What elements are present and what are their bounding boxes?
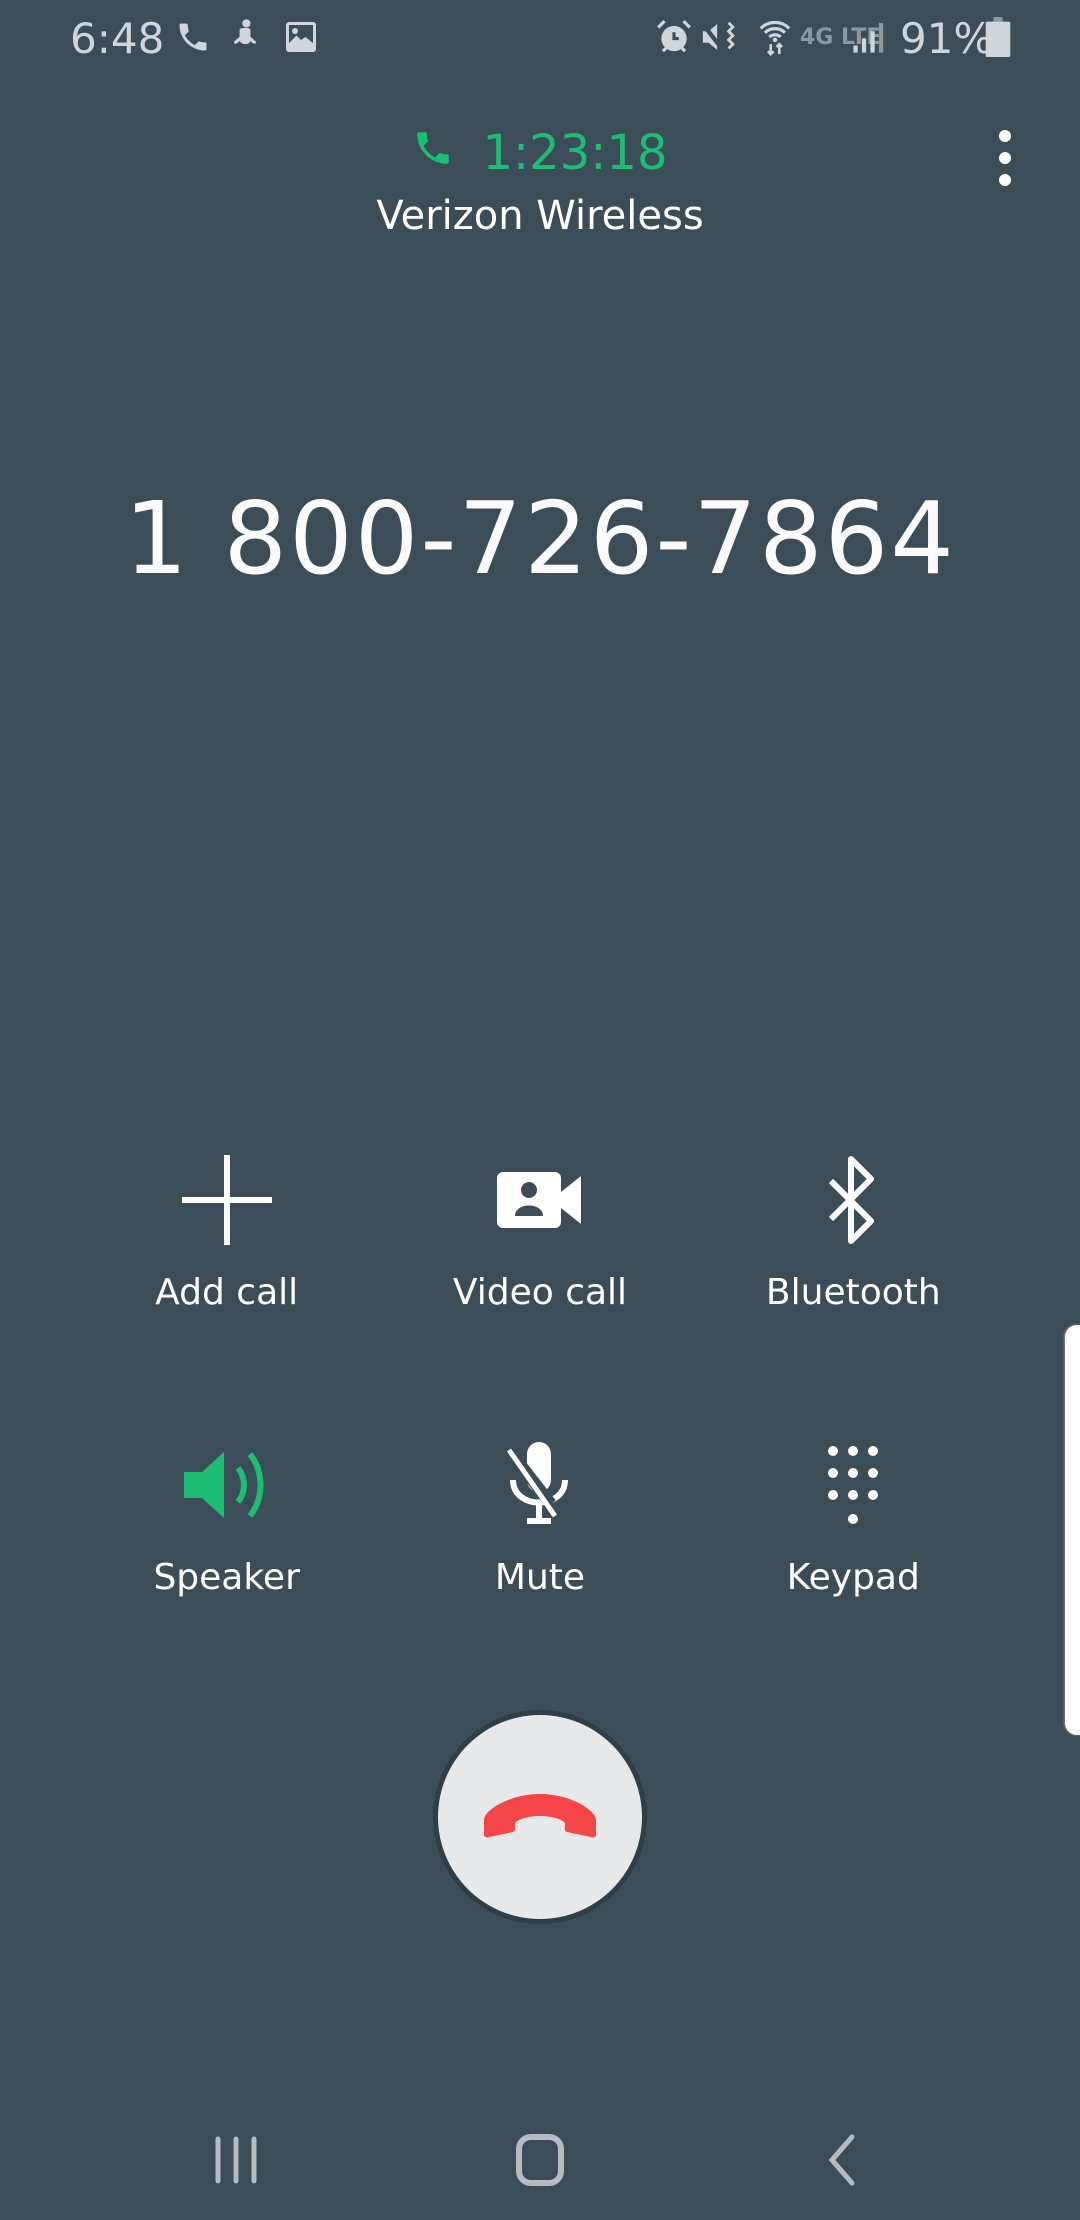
fitness-icon xyxy=(228,16,262,58)
vibrate-mute-icon xyxy=(700,16,740,58)
home-button[interactable] xyxy=(500,2120,580,2200)
more-options-button[interactable] xyxy=(990,130,1020,186)
phone-icon xyxy=(175,16,211,58)
add-call-button[interactable]: Add call xyxy=(107,1150,347,1435)
home-icon xyxy=(516,2134,564,2186)
video-call-label: Video call xyxy=(452,1272,628,1313)
status-time: 6:48 xyxy=(70,14,165,63)
video-call-icon xyxy=(490,1150,590,1250)
mute-button[interactable]: Mute xyxy=(420,1435,660,1720)
battery-percent: 91% xyxy=(900,14,994,63)
speaker-icon xyxy=(177,1435,277,1535)
back-icon xyxy=(828,2134,855,2186)
active-call-icon xyxy=(412,125,454,181)
bluetooth-label: Bluetooth xyxy=(765,1272,941,1313)
back-button[interactable] xyxy=(802,2120,882,2200)
end-call-icon xyxy=(482,1790,598,1844)
mic-off-icon xyxy=(490,1435,590,1535)
status-bar: 6:48 4G LTE 91% xyxy=(0,0,1080,75)
video-call-button[interactable]: Video call xyxy=(420,1150,660,1435)
keypad-icon xyxy=(803,1435,903,1535)
carrier-name: Verizon Wireless xyxy=(376,193,704,239)
call-duration: 1:23:18 xyxy=(482,125,668,181)
navigation-bar xyxy=(0,2100,1080,2220)
image-icon xyxy=(283,16,319,58)
phone-number: 1 800-726-7864 xyxy=(124,480,956,597)
call-header: 1:23:18 Verizon Wireless xyxy=(0,125,1080,239)
end-call-button[interactable] xyxy=(433,1710,647,1924)
alarm-icon xyxy=(655,16,693,58)
battery-icon xyxy=(985,16,1011,58)
bluetooth-button[interactable]: Bluetooth xyxy=(733,1150,973,1435)
speaker-button[interactable]: Speaker xyxy=(107,1435,347,1720)
mute-label: Mute xyxy=(494,1557,586,1598)
more-options-icon xyxy=(999,130,1011,142)
bluetooth-icon xyxy=(803,1150,903,1250)
keypad-button[interactable]: Keypad xyxy=(733,1435,973,1720)
signal-icon xyxy=(852,16,886,58)
edge-panel-handle[interactable] xyxy=(1065,1325,1080,1735)
keypad-label: Keypad xyxy=(786,1557,920,1598)
recents-icon xyxy=(215,2136,257,2184)
call-actions: Add call Video call Bluetooth Speaker Mu… xyxy=(0,1150,1080,1720)
recents-button[interactable] xyxy=(196,2120,276,2200)
wifi-icon xyxy=(757,16,793,58)
add-call-label: Add call xyxy=(155,1272,299,1313)
speaker-label: Speaker xyxy=(153,1557,300,1598)
plus-icon xyxy=(177,1150,277,1250)
